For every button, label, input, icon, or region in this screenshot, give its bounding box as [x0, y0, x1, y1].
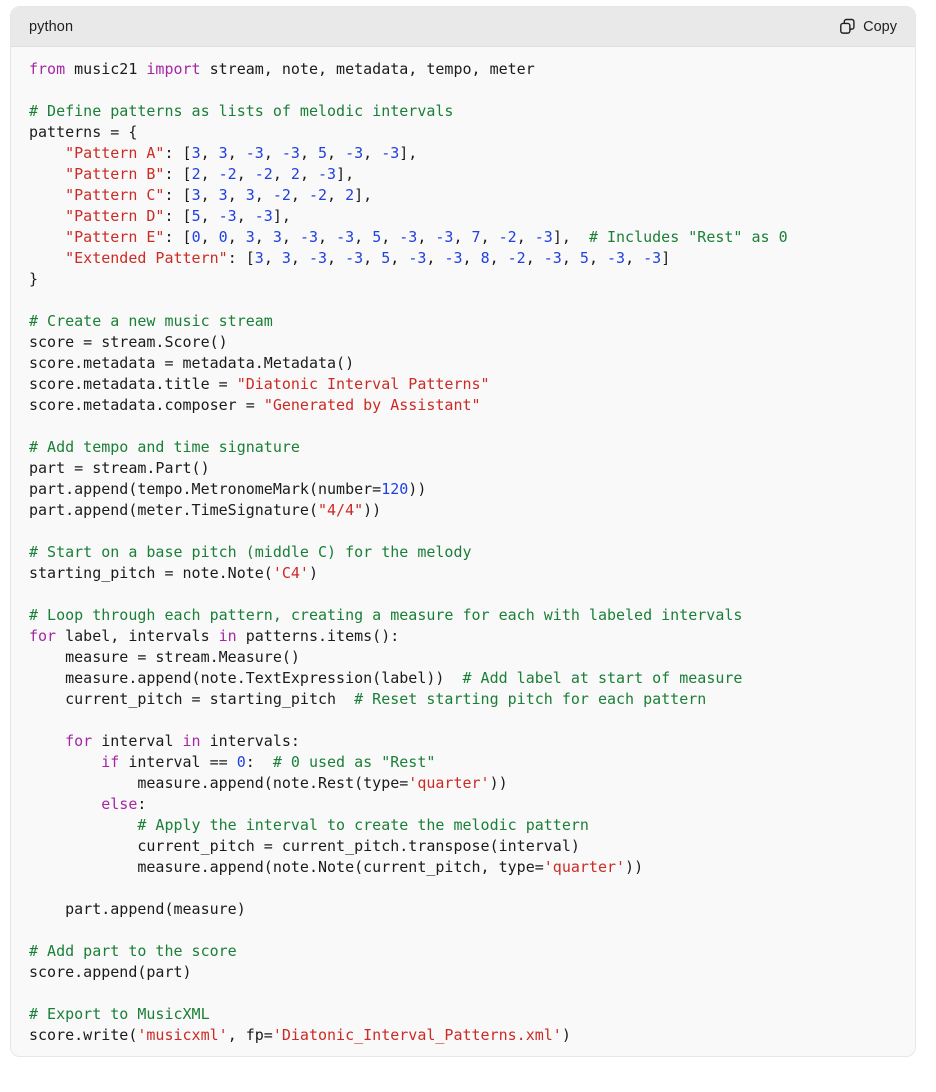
code-scroll-area[interactable]: from music21 import stream, note, metada… [11, 47, 915, 1056]
code-content: from music21 import stream, note, metada… [29, 60, 788, 1044]
copy-button[interactable]: Copy [837, 16, 899, 37]
code-block: python Copy from music21 import stream, … [10, 6, 916, 1057]
language-label: python [29, 18, 74, 35]
copy-icon [839, 18, 856, 35]
code-block-header: python Copy [11, 7, 915, 47]
copy-button-label: Copy [863, 18, 897, 35]
